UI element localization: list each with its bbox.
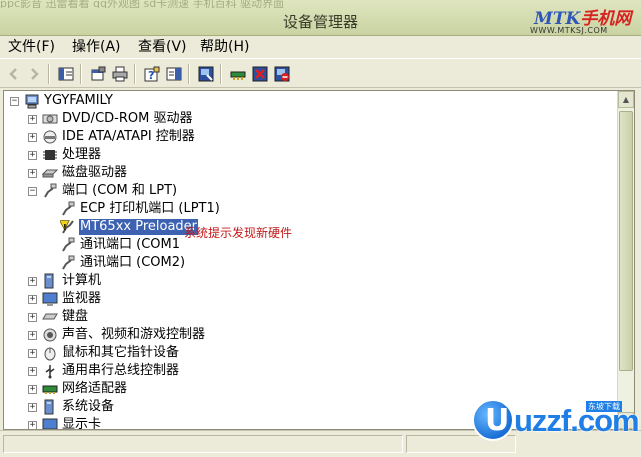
tree-item-dvd[interactable]: DVD/CD-ROM 驱动器 (42, 110, 193, 128)
uzzf-logo-icon: U (472, 399, 514, 441)
port-icon (60, 201, 76, 217)
toolbar-separator (220, 64, 222, 84)
computer-icon (42, 273, 58, 289)
menu-view[interactable]: 查看(V) (138, 39, 187, 56)
port-icon (60, 255, 76, 271)
port-icon (60, 237, 76, 253)
cdrom-icon (42, 111, 58, 127)
menu-file[interactable]: 文件(F) (8, 39, 55, 56)
scroll-up-button[interactable]: ▲ (618, 91, 634, 108)
speaker-icon (42, 327, 58, 343)
keyboard-icon (42, 309, 58, 325)
monitor-icon (42, 291, 58, 307)
uzzf-watermark: U uzzf.com 东坡下载 (466, 395, 640, 453)
svg-text:!: ! (63, 223, 67, 232)
toolbar: ? (0, 58, 641, 88)
display-adapter-icon (42, 417, 58, 429)
uninstall-icon[interactable] (250, 64, 270, 84)
toolbar-separator (188, 64, 190, 84)
tree-item-mt65xx[interactable]: ! MT65xx Preloader (60, 218, 199, 236)
menu-help[interactable]: 帮助(H) (200, 39, 249, 56)
tree-item-network[interactable]: 网络适配器 (42, 380, 128, 398)
toolbar-separator (48, 64, 50, 84)
toolbar-separator (134, 64, 136, 84)
status-segment (3, 435, 403, 453)
collapse-toggle[interactable]: − (28, 187, 37, 196)
scan-hardware-icon[interactable] (196, 64, 216, 84)
warning-icon: ! (60, 219, 76, 235)
scroll-thumb[interactable] (619, 111, 633, 371)
collapse-toggle[interactable]: − (10, 97, 19, 106)
expand-toggle[interactable]: + (28, 115, 37, 124)
tree-item-computer[interactable]: 计算机 (42, 272, 102, 290)
expand-toggle[interactable]: + (28, 277, 37, 286)
usb-icon (42, 363, 58, 379)
expand-toggle[interactable]: + (28, 385, 37, 394)
help-icon[interactable]: ? (142, 64, 162, 84)
menu-bar: 文件(F) 操作(A) 查看(V) 帮助(H) (0, 36, 641, 58)
disk-drive-icon (42, 165, 58, 181)
disable-icon[interactable] (272, 64, 292, 84)
expand-toggle[interactable]: + (28, 367, 37, 376)
toolbar-separator (80, 64, 82, 84)
expand-toggle[interactable]: + (28, 313, 37, 322)
port-icon (42, 183, 58, 199)
background-menu-strip: ppc影音 迅雷看看 qq外观图 sd卡测速 手机百科 驱动界面 (0, 0, 285, 8)
processor-icon (42, 147, 58, 163)
tree-item-mouse[interactable]: 鼠标和其它指针设备 (42, 344, 180, 362)
details-icon[interactable] (164, 64, 184, 84)
tree-item-ports[interactable]: 端口 (COM 和 LPT) (42, 182, 178, 200)
expand-toggle[interactable]: + (28, 421, 37, 429)
computer-icon (24, 93, 40, 109)
mtk-watermark-url: WWW.MTKSJ.COM (530, 26, 608, 35)
print-icon[interactable] (110, 64, 130, 84)
expand-toggle[interactable]: + (28, 403, 37, 412)
tree-item-display[interactable]: 显示卡 (42, 416, 102, 429)
forward-icon[interactable] (24, 64, 44, 84)
svg-text:?: ? (148, 69, 154, 82)
ide-controller-icon (42, 129, 58, 145)
tree-item-com1[interactable]: 通讯端口 (COM1 (60, 236, 181, 254)
tree-item-ecp[interactable]: ECP 打印机端口 (LPT1) (60, 200, 221, 218)
expand-toggle[interactable]: + (28, 169, 37, 178)
mouse-icon (42, 345, 58, 361)
tree-item-ide[interactable]: IDE ATA/ATAPI 控制器 (42, 128, 196, 146)
back-icon[interactable] (4, 64, 24, 84)
tree-item-usb[interactable]: 通用串行总线控制器 (42, 362, 180, 380)
tree-item-keyboard[interactable]: 键盘 (42, 308, 89, 326)
tree-item-system[interactable]: 系统设备 (42, 398, 115, 416)
menu-action[interactable]: 操作(A) (72, 39, 121, 56)
expand-toggle[interactable]: + (28, 331, 37, 340)
expand-toggle[interactable]: + (28, 133, 37, 142)
device-manager-window: ppc影音 迅雷看看 qq外观图 sd卡测速 手机百科 驱动界面 设备管理器 M… (0, 0, 641, 457)
device-tree[interactable]: − YGYFAMILY + DVD/CD-ROM 驱动器 + IDE ATA/A… (3, 90, 635, 430)
tree-root[interactable]: YGYFAMILY (24, 92, 114, 110)
tree-item-disk[interactable]: 磁盘驱动器 (42, 164, 128, 182)
tree-item-sound[interactable]: 声音、视频和游戏控制器 (42, 326, 206, 344)
properties-icon[interactable] (88, 64, 108, 84)
expand-toggle[interactable]: + (28, 151, 37, 160)
tree-item-com2[interactable]: 通讯端口 (COM2) (60, 254, 186, 272)
update-driver-icon[interactable] (228, 64, 248, 84)
tree-item-processor[interactable]: 处理器 (42, 146, 102, 164)
network-adapter-icon (42, 381, 58, 397)
annotation-text: 系统提示发现新硬件 (184, 226, 293, 240)
system-device-icon (42, 399, 58, 415)
expand-toggle[interactable]: + (28, 349, 37, 358)
expand-toggle[interactable]: + (28, 295, 37, 304)
vertical-scrollbar[interactable]: ▲ ▼ (617, 91, 634, 429)
show-hide-tree-icon[interactable] (56, 64, 76, 84)
title-bar: ppc影音 迅雷看看 qq外观图 sd卡测速 手机百科 驱动界面 设备管理器 M… (0, 0, 641, 36)
tree-item-monitor[interactable]: 监视器 (42, 290, 102, 308)
